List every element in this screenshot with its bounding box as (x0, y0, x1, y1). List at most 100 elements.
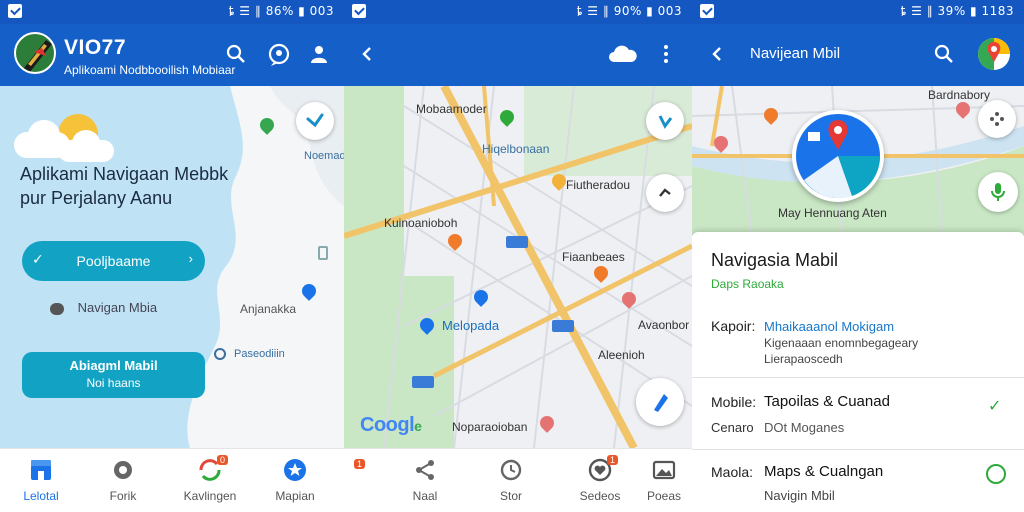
primary-button-label: Pooljbaame (76, 253, 151, 269)
dots-icon (990, 112, 1004, 126)
arrow-left-icon (712, 47, 721, 61)
notification-icon (700, 4, 714, 18)
screen-map: ȶ ☰ ∥ 90% ▮ 003 Mobaamoder Hiqelbonaan F… (344, 0, 692, 512)
share-icon (416, 460, 434, 480)
headline-line-2: pur Perjalany Aanu (20, 188, 173, 208)
cloud-sun-illustration (10, 106, 120, 166)
maps-logo-icon[interactable] (978, 38, 1010, 70)
headline-line-1: Aplikami Navigaan Mebbk (20, 164, 229, 184)
nav-item-saved[interactable]: 1 Sedeos (565, 455, 635, 503)
nav-item-places[interactable]: Poeas (636, 457, 692, 503)
row-title: Tapoilas & Cuanad (764, 393, 890, 410)
nav-item-store[interactable]: Stor (476, 457, 546, 503)
app-bar (344, 24, 692, 86)
nav-label: Forik (109, 489, 137, 503)
mini-map[interactable]: Bardnabory May Hennuang Aten (692, 86, 1024, 236)
play-circle-icon[interactable] (986, 464, 1006, 484)
map-label: Fiaanbeaes (562, 250, 625, 264)
history-icon (500, 459, 522, 481)
map-label: Anjanakka (240, 302, 297, 316)
search-icon (226, 44, 245, 63)
status-bar: ȶ ☰ ∥ 39% ▮ 1183 (692, 0, 1024, 24)
directions-button[interactable] (978, 100, 1016, 138)
marker-dot-icon (214, 348, 226, 360)
back-button[interactable] (354, 40, 382, 68)
cta-button-line-1: Abiagml Mabil (69, 358, 158, 373)
map-label: Fiutheradou (566, 178, 631, 192)
nav-badge: 1 (607, 455, 619, 465)
street-map[interactable]: Mobaamoder Hiqelbonaan Fiutheradou Kuino… (344, 86, 692, 448)
app-logo (14, 32, 56, 74)
navigate-button[interactable] (636, 378, 684, 426)
status-bar: ȶ ☰ ∥ 86% ▮ 003 (0, 0, 344, 24)
secondary-link[interactable]: Navigan Mbia (50, 300, 157, 315)
chat-icon (268, 43, 290, 66)
nav-label: Mapian (275, 489, 315, 503)
profile-button[interactable] (305, 40, 333, 68)
crosshair-icon (659, 188, 671, 197)
more-button[interactable] (656, 40, 676, 68)
map-label: Hiqelbonaan (482, 142, 550, 156)
nav-item-settings[interactable]: Forik (88, 457, 158, 503)
sheet-title: Navigasia Mabil (711, 250, 839, 270)
cta-button[interactable]: Abiagml Mabil Noi haans (22, 352, 205, 398)
nav-item-home[interactable]: Lelotal (6, 457, 76, 503)
sheet-subtitle: Daps Raoaka (711, 277, 784, 291)
compass-button[interactable] (296, 102, 334, 140)
status-bar: ȶ ☰ ∥ 90% ▮ 003 (344, 0, 692, 24)
phone-marker-icon (318, 246, 328, 260)
google-logo: Coogle (360, 414, 422, 437)
chat-bubble-icon (50, 302, 64, 315)
row-description: Lierapaoscedh (764, 352, 843, 366)
nav-item-navigation[interactable]: 0 Kavlingen (175, 455, 245, 503)
voice-button[interactable] (978, 172, 1018, 212)
status-text: ȶ ☰ ∥ 90% ▮ 003 (576, 4, 682, 18)
back-button[interactable] (704, 40, 732, 68)
row-label: Mobile: (711, 394, 757, 410)
cloud-button[interactable] (606, 40, 640, 68)
row-link[interactable]: Mhaikaaanol Mokigam (764, 319, 894, 334)
map-background[interactable]: Noemad Anjanakka Paseodiiin Aplikami Nav… (0, 86, 344, 448)
app-title: VIO77 (64, 36, 127, 59)
layers-button[interactable] (646, 102, 684, 140)
map-label: Bardnabory (928, 88, 991, 102)
image-icon (652, 460, 676, 480)
screen-home: ȶ ☰ ∥ 86% ▮ 003 VIO77 Aplikoami Nodbbooi… (0, 0, 344, 512)
app-bar: VIO77 Aplikoami Nodbbooilish Mobiaar (0, 24, 344, 86)
more-vertical-icon (664, 45, 668, 63)
nav-item-share[interactable]: Naal (390, 457, 460, 503)
nav-label: Naal (412, 489, 438, 503)
map-label: Noemad (304, 150, 344, 162)
search-button[interactable] (930, 40, 958, 68)
map-label: Noparaoioban (452, 420, 528, 434)
check-icon: ✓ (32, 251, 44, 267)
details-sheet: Navigasia Mabil Daps Raoaka Kapoir: Mhai… (692, 232, 1024, 512)
location-button[interactable] (646, 174, 684, 212)
row-sub: Navigin Mbil (764, 488, 835, 503)
search-icon (934, 44, 953, 63)
status-text: ȶ ☰ ∥ 39% ▮ 1183 (900, 4, 1014, 18)
map-label: Avaonbor (638, 318, 690, 332)
primary-button[interactable]: ✓ Pooljbaame › (22, 241, 205, 281)
chevron-down-icon[interactable]: ✓ (988, 396, 1001, 416)
detail-row-2[interactable]: Mobile: Tapoilas & Cuanad Cenaro DOt Mog… (692, 380, 1024, 450)
route-icon (658, 115, 673, 129)
app-bar: Navijean Mbil (692, 24, 1024, 86)
arrow-left-icon (362, 47, 371, 61)
navigation-icon (654, 394, 668, 412)
nav-label: Poeas (646, 489, 682, 503)
detail-row-3[interactable]: Maola: Maps & Cualngan Navigin Mbil (692, 452, 1024, 512)
map-label: Mobaamoder (416, 102, 487, 116)
nav-label: Stor (499, 489, 522, 503)
headline: Aplikami Navigaan Mebbk pur Perjalany Aa… (20, 162, 228, 210)
microphone-icon (991, 183, 1005, 201)
search-button[interactable] (222, 40, 250, 68)
detail-row-1[interactable]: Kapoir: Mhaikaaanol Mokigam Kigenaaan en… (692, 312, 1024, 378)
shield-star-icon (284, 459, 306, 481)
chat-button[interactable] (264, 40, 294, 70)
map-label: Melopada (442, 318, 500, 333)
status-text: ȶ ☰ ∥ 86% ▮ 003 (228, 4, 334, 18)
bottom-nav: Lelotal Forik 0 Kavlingen Mapian (0, 448, 344, 512)
secondary-link-label: Navigan Mbia (77, 300, 158, 315)
nav-item-map[interactable]: Mapian (260, 457, 330, 503)
